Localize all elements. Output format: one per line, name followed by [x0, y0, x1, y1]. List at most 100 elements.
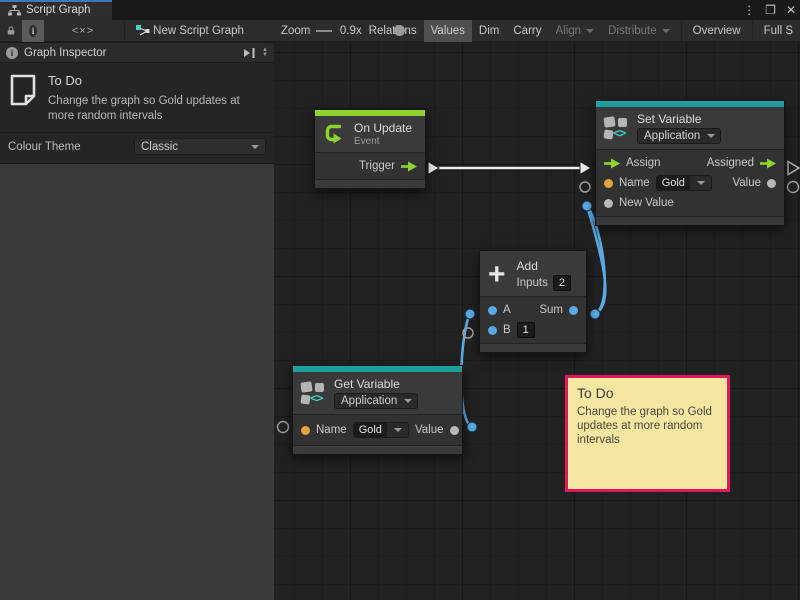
set-variable-title: Set Variable	[637, 112, 721, 126]
colour-theme-row: Colour Theme Classic	[0, 133, 274, 164]
add-a-port-connected[interactable]	[465, 309, 475, 319]
distribute-button[interactable]: Distribute	[601, 20, 677, 42]
zoom-value: 0.9x	[340, 25, 362, 37]
fullscreen-label: Full S	[764, 25, 793, 37]
new-value-port-dot[interactable]	[604, 199, 613, 208]
name-caret-icon	[394, 428, 402, 432]
b-value-field[interactable]: 1	[517, 322, 535, 338]
sum-port-dot[interactable]	[569, 306, 578, 315]
on-update-title: On Update	[354, 121, 412, 135]
relations-button[interactable]: Relations	[362, 20, 424, 42]
dock-panel-icon[interactable]	[243, 48, 256, 58]
align-label: Align	[556, 25, 582, 37]
node-set-variable[interactable]: <> Set Variable Application Assign	[595, 100, 785, 226]
value-port-label: Value	[415, 424, 444, 436]
scope-value: Application	[644, 130, 700, 142]
add-title: Add	[517, 259, 571, 273]
b-port-dot[interactable]	[488, 326, 497, 335]
node-footer	[596, 216, 784, 225]
align-caret-icon	[586, 29, 594, 33]
sticky-note[interactable]: To Do Change the graph so Gold updates a…	[565, 375, 730, 492]
inspector-title: Graph Inspector	[24, 47, 106, 59]
new-value-port-label: New Value	[619, 197, 674, 209]
value-port-label: Value	[732, 177, 761, 189]
script-graph-asset-icon	[135, 24, 150, 37]
align-button[interactable]: Align	[549, 20, 602, 42]
node-on-update[interactable]: On Update Event Trigger	[314, 109, 426, 189]
trigger-port-arrow-icon[interactable]	[401, 161, 417, 172]
sticky-note-title: To Do	[577, 385, 718, 401]
scope-caret-icon	[707, 134, 715, 138]
inputs-count-field[interactable]: 2	[553, 275, 571, 291]
graph-tab-icon	[8, 5, 21, 16]
assigned-port-arrow-icon[interactable]	[760, 158, 776, 169]
tab-script-graph[interactable]: Script Graph	[0, 0, 112, 20]
dim-button[interactable]: Dim	[472, 20, 506, 42]
window-menu-button[interactable]: ⋮	[743, 0, 755, 20]
getvariable-name-port-empty[interactable]	[278, 422, 289, 433]
exec-wire-end-arrow	[580, 162, 591, 175]
name-value-dropdown[interactable]: Gold	[353, 422, 409, 438]
inspector-toggle-button[interactable]: i	[22, 20, 44, 42]
zoom-slider-handle[interactable]	[394, 25, 405, 36]
name-value-dropdown[interactable]: Gold	[656, 175, 712, 191]
value-port-dot[interactable]	[450, 426, 459, 435]
variables-icon: <>	[604, 117, 630, 140]
node-add[interactable]: + Add Inputs 2 A Sum	[479, 250, 587, 353]
colour-theme-value: Classic	[141, 141, 178, 153]
sticky-note-body: Change the graph so Gold updates at more…	[577, 405, 718, 447]
sticky-note-icon	[8, 73, 38, 107]
node-footer	[480, 343, 586, 352]
get-variable-scope-dropdown[interactable]: Application	[334, 393, 418, 409]
colour-theme-caret-icon	[251, 145, 259, 149]
graph-toolbar: i <×> New Script Graph Zoom 0.9x Relatio…	[0, 20, 800, 42]
values-button[interactable]: Values	[424, 20, 472, 42]
setvariable-assigned-port-empty[interactable]	[788, 162, 799, 175]
new-script-graph-button[interactable]: New Script Graph	[128, 20, 251, 42]
setvariable-newvalue-port-connected[interactable]	[582, 201, 592, 211]
name-caret-icon	[697, 181, 705, 185]
distribute-caret-icon	[662, 29, 670, 33]
graph-inspector-header: i Graph Inspector ▲▼	[0, 43, 274, 63]
new-script-graph-label: New Script Graph	[153, 25, 244, 37]
window-maximize-button[interactable]: ❐	[765, 0, 776, 20]
graph-inspector-panel: i Graph Inspector ▲▼ To Do Change the gr…	[0, 43, 274, 600]
set-variable-scope-dropdown[interactable]: Application	[637, 128, 721, 144]
values-label: Values	[431, 25, 465, 37]
zoom-slider[interactable]	[316, 30, 332, 32]
name-value: Gold	[657, 176, 690, 190]
tab-label: Script Graph	[26, 4, 91, 16]
node-footer	[293, 445, 462, 454]
carry-button[interactable]: Carry	[506, 20, 548, 42]
lock-button[interactable]	[0, 20, 22, 42]
colour-theme-label: Colour Theme	[8, 141, 81, 153]
setvariable-name-port-empty[interactable]	[580, 182, 590, 192]
panel-scroll-arrows[interactable]: ▲▼	[262, 48, 268, 58]
carry-label: Carry	[513, 25, 541, 37]
value-port-dot[interactable]	[767, 179, 776, 188]
edit-script-button[interactable]: <×>	[72, 20, 94, 42]
overview-button[interactable]: Overview	[686, 20, 748, 42]
graph-canvas[interactable]: On Update Event Trigger	[274, 42, 800, 600]
on-update-loop-icon	[323, 122, 347, 146]
scope-caret-icon	[404, 399, 412, 403]
node-get-variable[interactable]: <> Get Variable Application Name Gold	[292, 365, 463, 455]
a-port-label: A	[503, 304, 511, 316]
name-port-dot[interactable]	[604, 179, 613, 188]
window-close-button[interactable]: ✕	[786, 0, 796, 20]
script-graph-window: Script Graph ⋮ ❐ ✕ i <×> N	[0, 0, 800, 600]
getvariable-value-port-connected[interactable]	[467, 422, 477, 432]
inspector-todo-section: To Do Change the graph so Gold updates a…	[0, 63, 274, 133]
name-port-dot[interactable]	[301, 426, 310, 435]
toolbar-separator	[752, 20, 753, 42]
add-sum-port-connected[interactable]	[590, 309, 600, 319]
a-port-dot[interactable]	[488, 306, 497, 315]
fullscreen-button[interactable]: Full S	[757, 20, 800, 42]
assign-port-arrow-icon[interactable]	[604, 158, 620, 169]
add-plus-icon: +	[488, 262, 506, 288]
colour-theme-dropdown[interactable]: Classic	[134, 138, 266, 155]
name-port-label: Name	[316, 424, 347, 436]
setvariable-value-port-empty[interactable]	[788, 182, 799, 193]
scope-value: Application	[341, 395, 397, 407]
toolbar-separator	[681, 20, 682, 42]
